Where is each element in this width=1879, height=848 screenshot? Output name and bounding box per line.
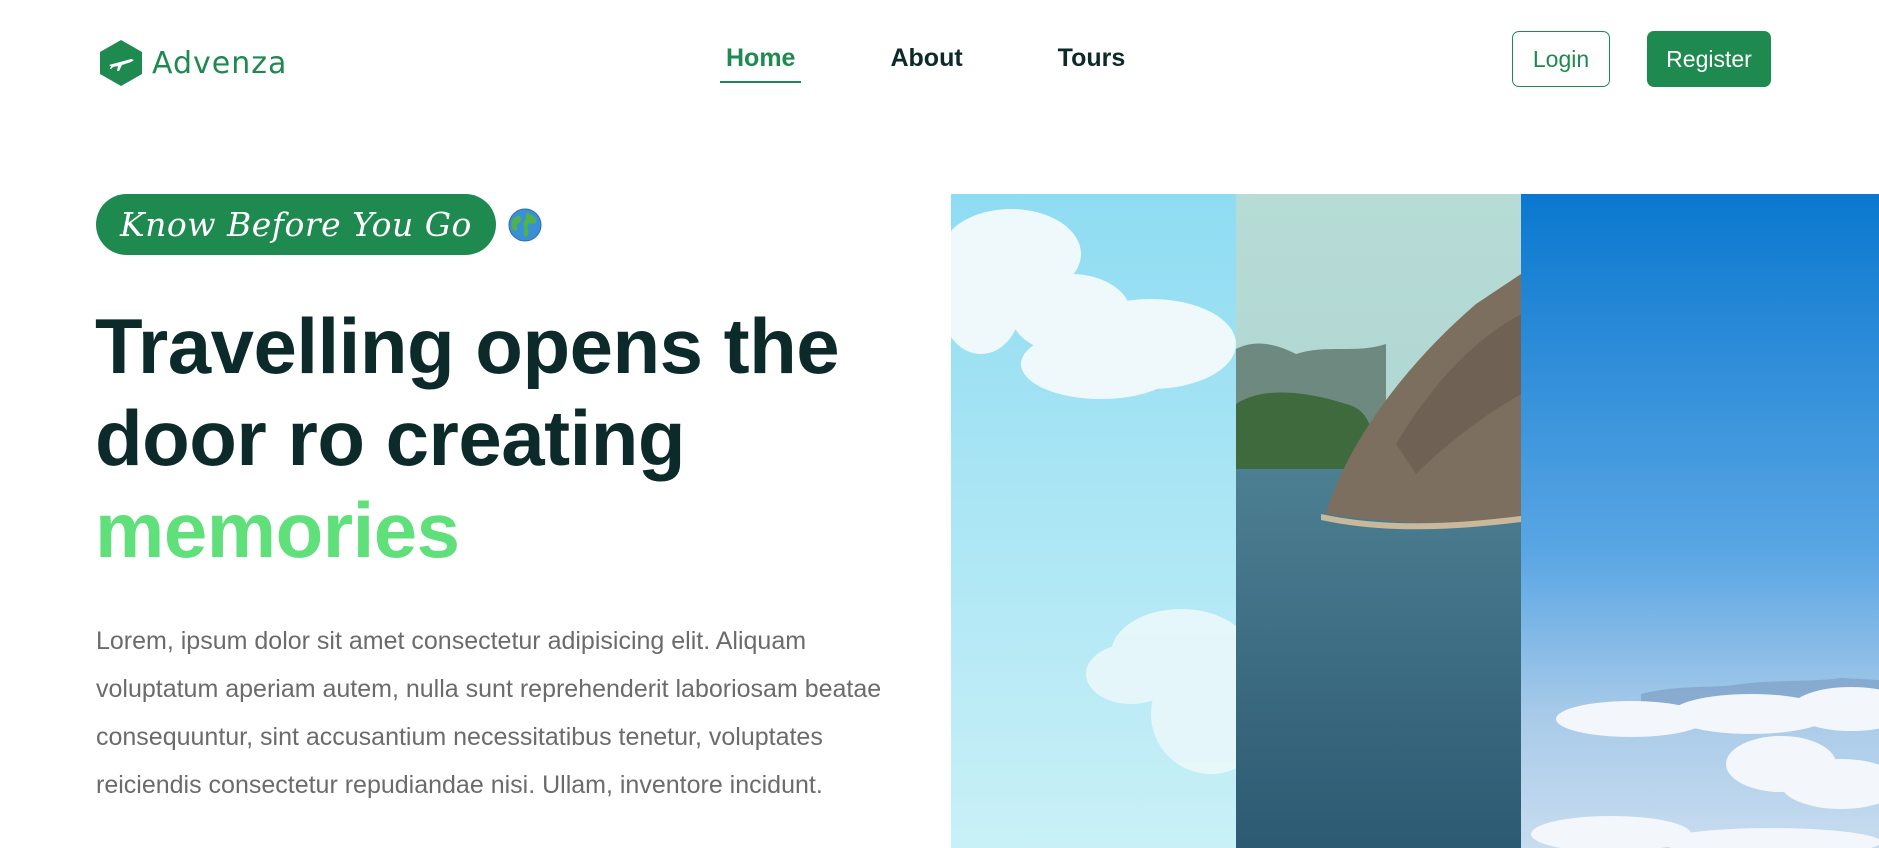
- brand-logo[interactable]: Advenza: [98, 38, 287, 88]
- nav-about[interactable]: About: [884, 44, 968, 83]
- hero-image-gallery: [951, 194, 1879, 848]
- brand-name: Advenza: [152, 45, 288, 81]
- tag-pill: Know Before You Go: [96, 194, 496, 255]
- headline-line-1: Travelling opens the: [95, 302, 840, 390]
- globe-icon: [508, 208, 542, 241]
- sky-clouds-image: [951, 194, 1236, 848]
- hero-description: Lorem, ipsum dolor sit amet consectetur …: [96, 627, 882, 799]
- register-button[interactable]: Register: [1647, 31, 1771, 87]
- headline-line-2: door ro creating: [95, 394, 686, 482]
- site-header: Advenza Home About Tours Login Register: [0, 0, 1879, 120]
- hero-tag: Know Before You Go: [96, 194, 542, 255]
- nav-home[interactable]: Home: [720, 44, 802, 83]
- coastal-mountain-image: [1236, 194, 1521, 848]
- blue-sky-image: [1521, 194, 1879, 848]
- hero-headline: Travelling opens the door ro creating me…: [95, 300, 915, 576]
- nav-tours[interactable]: Tours: [1052, 44, 1132, 83]
- main-nav: Home About Tours: [720, 44, 1131, 83]
- headline-accent: memories: [95, 486, 460, 574]
- plane-hexagon-icon: [100, 40, 142, 86]
- login-button[interactable]: Login: [1512, 31, 1610, 87]
